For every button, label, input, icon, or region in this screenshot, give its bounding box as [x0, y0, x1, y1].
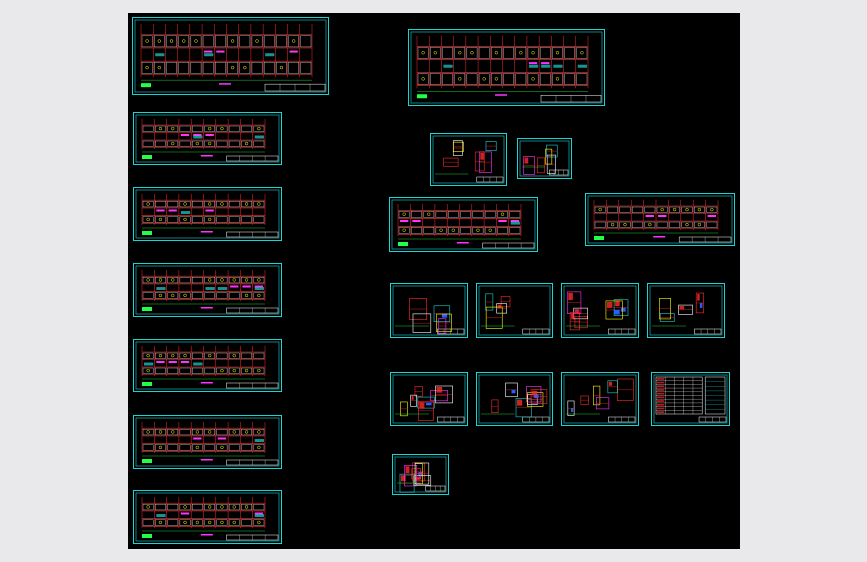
- sheet-linework: [135, 341, 280, 390]
- sheet-linework: [394, 456, 447, 493]
- sheet-linework: [392, 374, 466, 424]
- sheet-linework: [478, 285, 551, 336]
- sheet-linework: [432, 135, 505, 184]
- sheet-linework: [392, 285, 466, 336]
- sheet-linework: [135, 265, 280, 315]
- drawing-sheet-detail-2[interactable]: [517, 138, 572, 179]
- drawing-sheet-schedule-table[interactable]: [651, 372, 730, 426]
- sheet-linework: [478, 374, 551, 424]
- drawing-sheet-detail-row2-3[interactable]: [561, 372, 639, 426]
- drawing-sheet-plan-a-3[interactable]: [133, 187, 282, 241]
- drawing-sheet-detail-1[interactable]: [430, 133, 507, 186]
- sheet-linework: [563, 374, 637, 424]
- sheet-linework: [410, 31, 603, 104]
- sheet-linework: [587, 195, 733, 244]
- sheet-linework: [563, 285, 637, 336]
- sheet-linework: [135, 492, 280, 542]
- drawing-sheet-plan-a-7[interactable]: [133, 490, 282, 544]
- drawing-sheet-detail-row2-1[interactable]: [390, 372, 468, 426]
- cad-drawing-viewport[interactable]: [128, 13, 740, 549]
- drawing-sheet-detail-row1-3[interactable]: [561, 283, 639, 338]
- drawing-sheet-plan-a-5[interactable]: [133, 339, 282, 392]
- drawing-sheet-detail-row2-2[interactable]: [476, 372, 553, 426]
- drawing-sheet-detail-row1-1[interactable]: [390, 283, 468, 338]
- sheet-linework: [391, 199, 536, 250]
- drawing-sheet-plan-a-4[interactable]: [133, 263, 282, 317]
- sheet-linework: [135, 417, 280, 467]
- drawing-sheet-plan-a-2[interactable]: [133, 112, 282, 165]
- drawing-sheet-detail-row1-2[interactable]: [476, 283, 553, 338]
- sheet-linework: [135, 189, 280, 239]
- drawing-sheet-plan-a-1[interactable]: [132, 17, 329, 95]
- sheet-linework: [519, 140, 570, 177]
- drawing-sheet-plan-b-2[interactable]: [389, 197, 538, 252]
- drawing-sheet-plan-a-6[interactable]: [133, 415, 282, 469]
- drawing-sheet-plan-b-3[interactable]: [585, 193, 735, 246]
- sheet-linework: [649, 285, 723, 336]
- sheet-linework: [653, 374, 728, 424]
- drawing-sheet-detail-row3-1[interactable]: [392, 454, 449, 495]
- sheet-linework: [135, 114, 280, 163]
- drawing-sheet-detail-row1-4[interactable]: [647, 283, 725, 338]
- sheet-linework: [134, 19, 327, 93]
- drawing-sheet-plan-b-1[interactable]: [408, 29, 605, 106]
